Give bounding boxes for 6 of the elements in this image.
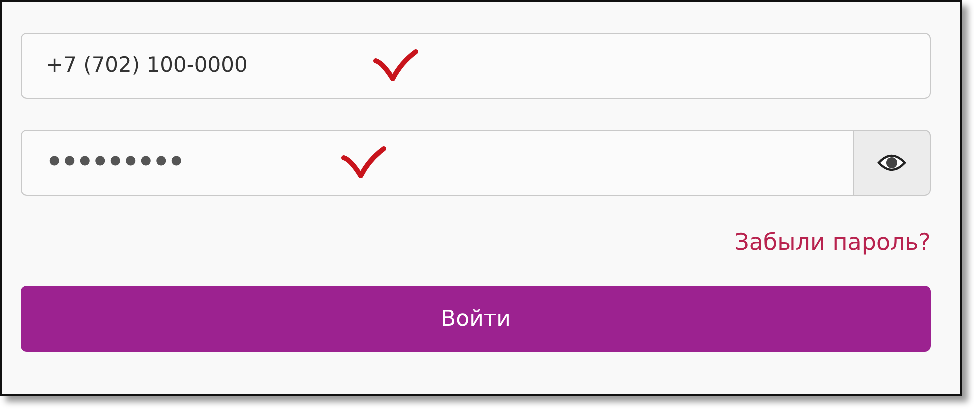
eye-icon: [877, 153, 907, 173]
show-password-button[interactable]: [853, 130, 931, 196]
forgot-password-link[interactable]: Забыли пароль?: [734, 226, 931, 286]
phone-field[interactable]: +7 (702) 100-0000: [21, 33, 931, 99]
login-button[interactable]: Войти: [21, 286, 931, 352]
password-field[interactable]: •••••••••: [21, 130, 854, 196]
